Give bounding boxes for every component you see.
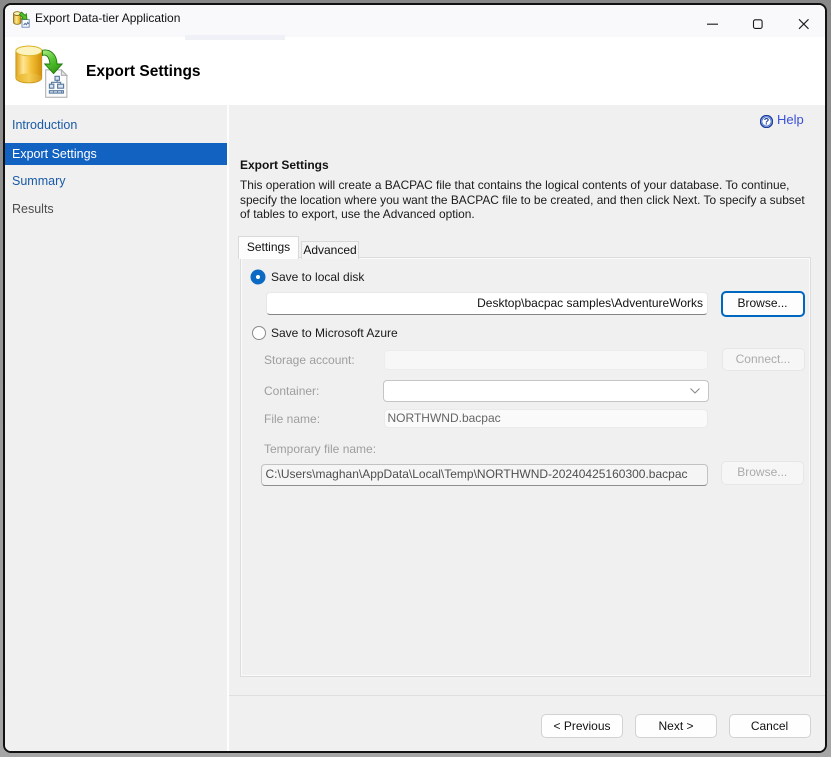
svg-text:?: ? (764, 117, 770, 127)
